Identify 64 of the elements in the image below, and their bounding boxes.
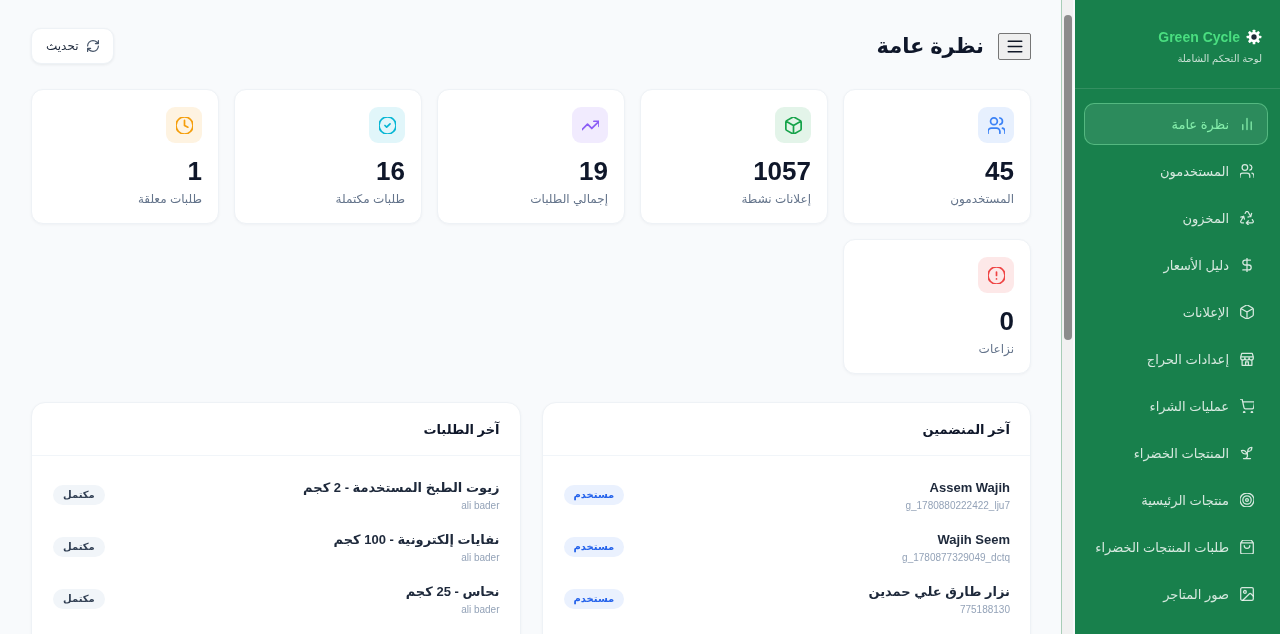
nav-item[interactable]: الإعلانات	[1084, 291, 1268, 333]
nav-item[interactable]: المستخدمون	[1084, 150, 1268, 192]
member-name: Wajih Seem	[937, 530, 1010, 549]
stat-value: 1057	[753, 155, 811, 187]
member-name: نزار طارق علي حمدين	[868, 582, 1010, 601]
gear-icon	[1246, 29, 1262, 45]
nav-item[interactable]: المخزون	[1084, 197, 1268, 239]
nav-item[interactable]: دليل الأسعار	[1084, 244, 1268, 286]
card-title: آخر الطلبات	[423, 421, 500, 437]
scrollbar[interactable]	[1061, 0, 1073, 634]
stat-value: 16	[376, 155, 405, 187]
stat-value: 0	[999, 305, 1014, 337]
stat-value: 19	[579, 155, 608, 187]
refresh-icon	[86, 40, 99, 52]
sprout-icon	[1240, 446, 1254, 460]
nav-item[interactable]: نظرة عامة	[1084, 103, 1268, 145]
stat-value: 1	[187, 155, 202, 187]
nav-item[interactable]: إعدادات الحراج	[1084, 338, 1268, 380]
order-title: نفايات إلكترونية - 100 كجم	[333, 530, 500, 549]
order-title: زيوت الطبخ المستخدمة - 2 كجم	[303, 478, 500, 497]
image-icon	[1240, 587, 1254, 601]
stat-label: طلبات معلقة	[137, 191, 202, 208]
brand-name: Green Cycle	[1158, 29, 1240, 45]
scrollbar-thumb[interactable]	[1063, 15, 1072, 340]
status-badge: مكتمل	[53, 589, 105, 609]
nav-item[interactable]: منتجات الرئيسية	[1084, 479, 1268, 521]
stat-label: إجمالي الطلبات	[530, 191, 608, 208]
nav-item[interactable]: عمليات الشراء	[1084, 385, 1268, 427]
status-badge: مكتمل	[53, 537, 105, 557]
stat-label: إعلانات نشطة	[741, 191, 811, 208]
nav-item[interactable]: صور المتاجر	[1084, 573, 1268, 615]
bag-icon	[1240, 540, 1254, 554]
stat-label: المستخدمون	[950, 191, 1014, 208]
bar-chart-icon	[1240, 117, 1254, 131]
refresh-button[interactable]: تحديث	[31, 28, 114, 64]
member-id: g_1780877329049_dctq	[902, 550, 1010, 565]
order-user: ali bader	[461, 498, 500, 513]
stat-label: نزاعات	[978, 341, 1014, 358]
cart-icon	[1240, 399, 1254, 413]
stat-label: طلبات مكتملة	[335, 191, 405, 208]
role-badge: مستخدم	[563, 589, 625, 609]
menu-icon	[1005, 38, 1024, 54]
role-badge: مستخدم	[563, 537, 625, 557]
order-title: نحاس - 25 كجم	[405, 582, 500, 601]
nav-item[interactable]: المنتجات الخضراء	[1084, 432, 1268, 474]
member-id: g_1780880222422_lju7	[905, 498, 1010, 513]
member-id: 775188130	[959, 602, 1010, 617]
users-icon	[1240, 164, 1254, 178]
dollar-icon	[1240, 258, 1254, 272]
box-icon	[1240, 305, 1254, 319]
store-icon	[1240, 352, 1254, 366]
card-title: آخر المنضمين	[922, 421, 1010, 437]
order-user: ali bader	[461, 602, 500, 617]
brand-subtitle: لوحة التحكم الشاملة	[1176, 52, 1262, 66]
menu-button[interactable]	[998, 32, 1031, 60]
target-icon	[1240, 493, 1254, 507]
page-title: نظرة عامة	[876, 34, 984, 58]
stat-value: 45	[985, 155, 1014, 187]
role-badge: مستخدم	[563, 485, 625, 505]
recycle-icon	[1240, 211, 1254, 225]
member-name: Assem Wajih	[929, 478, 1010, 497]
nav-item[interactable]: طلبات المنتجات الخضراء	[1084, 526, 1268, 568]
status-badge: مكتمل	[53, 485, 105, 505]
order-user: ali bader	[461, 550, 500, 565]
